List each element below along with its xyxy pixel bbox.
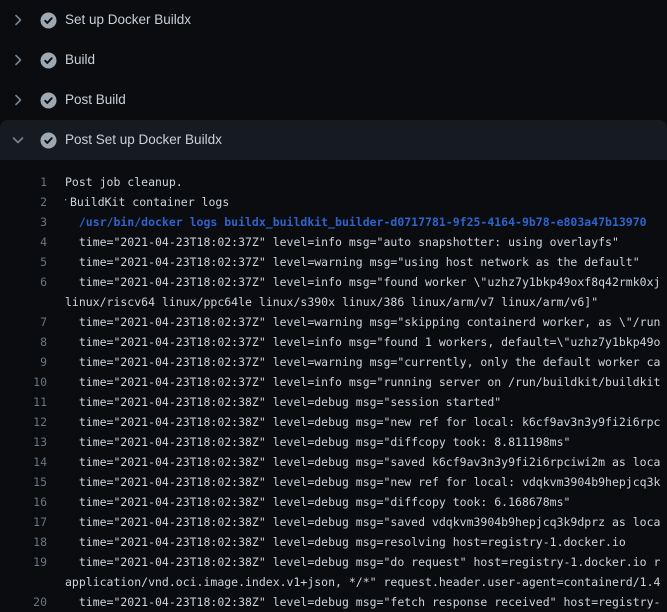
log-row: 12 time="2021-04-23T18:02:38Z" level=deb… xyxy=(0,412,667,432)
log-text-line: time="2021-04-23T18:02:38Z" level=debug … xyxy=(65,432,667,452)
chevron-down-icon xyxy=(10,132,26,148)
log-row: 9 time="2021-04-23T18:02:37Z" level=warn… xyxy=(0,352,667,372)
log-text-line: time="2021-04-23T18:02:38Z" level=debug … xyxy=(65,512,667,532)
chevron-right-icon xyxy=(10,12,26,28)
step-title: Set up Docker Buildx xyxy=(65,12,191,28)
line-number[interactable]: 12 xyxy=(0,412,47,432)
triangle-down-icon[interactable] xyxy=(65,192,67,212)
log-row: 16 time="2021-04-23T18:02:38Z" level=deb… xyxy=(0,492,667,512)
log-text-line: time="2021-04-23T18:02:38Z" level=debug … xyxy=(65,592,667,612)
log-text-line: time="2021-04-23T18:02:38Z" level=debug … xyxy=(65,552,667,572)
line-number[interactable]: 7 xyxy=(0,312,47,332)
line-number[interactable]: 14 xyxy=(0,452,47,472)
step-header-post-build[interactable]: Post Build xyxy=(0,80,667,120)
line-number[interactable]: 5 xyxy=(0,252,47,272)
step-title: Post Build xyxy=(65,92,126,108)
log-group-header[interactable]: BuildKit container logs xyxy=(65,192,667,212)
line-number[interactable]: 2 xyxy=(0,192,47,212)
step-header-build[interactable]: Build xyxy=(0,40,667,80)
line-number[interactable]: 11 xyxy=(0,392,47,412)
log-row: 14 time="2021-04-23T18:02:38Z" level=deb… xyxy=(0,452,667,472)
chevron-right-icon xyxy=(10,52,26,68)
check-circle-icon xyxy=(40,12,57,29)
log-command-line: /usr/bin/docker logs buildx_buildkit_bui… xyxy=(65,212,667,232)
log-text-line: time="2021-04-23T18:02:38Z" level=debug … xyxy=(65,532,667,552)
log-row: 5 time="2021-04-23T18:02:37Z" level=warn… xyxy=(0,252,667,272)
log-row: 1 Post job cleanup. xyxy=(0,172,667,192)
step-header-set-up-docker-buildx[interactable]: Set up Docker Buildx xyxy=(0,0,667,40)
log-text-line: time="2021-04-23T18:02:37Z" level=warnin… xyxy=(65,352,667,372)
log-text-line: Post job cleanup. xyxy=(65,172,667,192)
log-text-line: time="2021-04-23T18:02:37Z" level=info m… xyxy=(65,372,667,392)
log-text-line: time="2021-04-23T18:02:38Z" level=debug … xyxy=(65,392,667,412)
line-number[interactable]: 16 xyxy=(0,492,47,512)
line-number[interactable]: 8 xyxy=(0,332,47,352)
check-circle-icon xyxy=(40,132,57,149)
log-area: 1 Post job cleanup. 2 BuildKit container lo… xyxy=(0,160,667,612)
log-row: 2 BuildKit container logs xyxy=(0,192,667,212)
line-number[interactable]: 17 xyxy=(0,512,47,532)
check-circle-icon xyxy=(40,52,57,69)
log-text-line: time="2021-04-23T18:02:38Z" level=debug … xyxy=(65,472,667,492)
log-group-label: BuildKit container logs xyxy=(70,195,229,209)
log-text-line: time="2021-04-23T18:02:37Z" level=warnin… xyxy=(65,252,667,272)
line-number[interactable]: 13 xyxy=(0,432,47,452)
log-text-line: time="2021-04-23T18:02:37Z" level=warnin… xyxy=(65,312,667,332)
log-row: application/vnd.oci.image.index.v1+json,… xyxy=(0,572,667,592)
log-row: 13 time="2021-04-23T18:02:38Z" level=deb… xyxy=(0,432,667,452)
log-text-line: time="2021-04-23T18:02:37Z" level=info m… xyxy=(65,272,667,292)
line-number xyxy=(0,572,47,592)
line-number[interactable]: 18 xyxy=(0,532,47,552)
log-text-line: linux/riscv64 linux/ppc64le linux/s390x … xyxy=(65,292,667,312)
log-row: 18 time="2021-04-23T18:02:38Z" level=deb… xyxy=(0,532,667,552)
line-number xyxy=(0,292,47,312)
line-number[interactable]: 15 xyxy=(0,472,47,492)
log-row: 4 time="2021-04-23T18:02:37Z" level=info… xyxy=(0,232,667,252)
log-row: 6 time="2021-04-23T18:02:37Z" level=info… xyxy=(0,272,667,292)
step-title: Build xyxy=(65,52,95,68)
log-text-line: time="2021-04-23T18:02:38Z" level=debug … xyxy=(65,412,667,432)
chevron-right-icon xyxy=(10,92,26,108)
step-header-post-set-up-docker-buildx[interactable]: Post Set up Docker Buildx xyxy=(0,120,667,160)
steps-list: Set up Docker Buildx Build Post Build Post … xyxy=(0,0,667,160)
log-text-line: time="2021-04-23T18:02:37Z" level=info m… xyxy=(65,332,667,352)
log-row: linux/riscv64 linux/ppc64le linux/s390x … xyxy=(0,292,667,312)
line-number[interactable]: 1 xyxy=(0,172,47,192)
log-row: 15 time="2021-04-23T18:02:38Z" level=deb… xyxy=(0,472,667,492)
log-row: 8 time="2021-04-23T18:02:37Z" level=info… xyxy=(0,332,667,352)
log-row: 20 time="2021-04-23T18:02:38Z" level=deb… xyxy=(0,592,667,612)
check-circle-icon xyxy=(40,92,57,109)
line-number[interactable]: 6 xyxy=(0,272,47,292)
line-number[interactable]: 20 xyxy=(0,592,47,612)
log-row: 3 /usr/bin/docker logs buildx_buildkit_b… xyxy=(0,212,667,232)
line-number[interactable]: 4 xyxy=(0,232,47,252)
line-number[interactable]: 19 xyxy=(0,552,47,572)
log-row: 7 time="2021-04-23T18:02:37Z" level=warn… xyxy=(0,312,667,332)
log-row: 11 time="2021-04-23T18:02:38Z" level=deb… xyxy=(0,392,667,412)
log-row: 19 time="2021-04-23T18:02:38Z" level=deb… xyxy=(0,552,667,572)
step-title: Post Set up Docker Buildx xyxy=(65,132,222,148)
log-text-line: time="2021-04-23T18:02:38Z" level=debug … xyxy=(65,492,667,512)
log-row: 17 time="2021-04-23T18:02:38Z" level=deb… xyxy=(0,512,667,532)
line-number[interactable]: 10 xyxy=(0,372,47,392)
log-text-line: time="2021-04-23T18:02:37Z" level=info m… xyxy=(65,232,667,252)
log-text-line: time="2021-04-23T18:02:38Z" level=debug … xyxy=(65,452,667,472)
line-number[interactable]: 9 xyxy=(0,352,47,372)
line-number[interactable]: 3 xyxy=(0,212,47,232)
log-text-line: application/vnd.oci.image.index.v1+json,… xyxy=(65,572,667,592)
log-row: 10 time="2021-04-23T18:02:37Z" level=inf… xyxy=(0,372,667,392)
